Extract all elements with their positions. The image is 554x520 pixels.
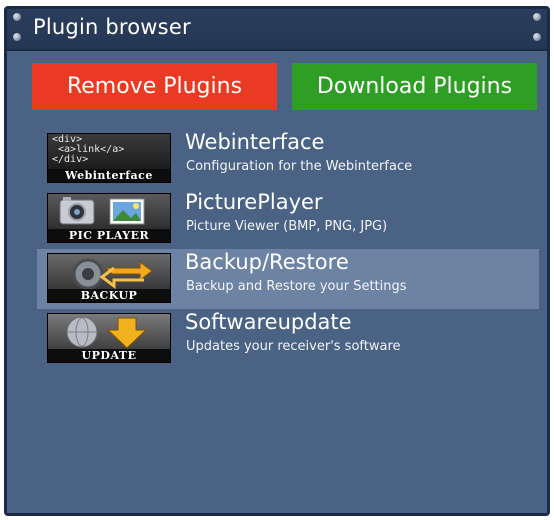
gear-arrows-icon — [72, 258, 153, 290]
picture-player-icon-caption: PIC PLAYER — [48, 229, 170, 242]
plugin-browser-window: Plugin browser Remove Plugins Download P… — [4, 6, 550, 516]
webinterface-icon-code: <div> <a>link</a> </div> — [52, 134, 125, 165]
remove-plugins-button[interactable]: Remove Plugins — [32, 63, 277, 110]
backup-icon-caption: BACKUP — [48, 289, 170, 302]
plugin-description: Backup and Restore your Settings — [186, 279, 407, 294]
plugin-description: Configuration for the Webinterface — [186, 159, 413, 174]
download-arrow-icon — [66, 316, 148, 349]
update-icon-caption: UPDATE — [48, 349, 170, 362]
plugin-description: Updates your receiver's software — [186, 339, 401, 354]
screw-icon — [13, 33, 21, 41]
title-bar: Plugin browser — [7, 9, 547, 51]
plugin-description: Picture Viewer (BMP, PNG, JPG) — [186, 219, 388, 234]
screw-icon — [13, 13, 21, 21]
screw-icon — [533, 13, 541, 21]
download-plugins-button[interactable]: Download Plugins — [292, 63, 537, 110]
update-icon: UPDATE — [47, 313, 171, 363]
plugin-item-webinterface[interactable]: <div> <a>link</a> </div> Webinterface We… — [37, 129, 539, 189]
plugin-name: PicturePlayer — [185, 190, 323, 214]
plugin-name: Softwareupdate — [185, 310, 352, 334]
webinterface-icon: <div> <a>link</a> </div> Webinterface — [47, 133, 171, 183]
window-title: Plugin browser — [33, 15, 191, 39]
webinterface-icon-caption: Webinterface — [48, 169, 170, 182]
picture-player-icon: PIC PLAYER — [47, 193, 171, 243]
plugin-item-softwareupdate[interactable]: UPDATE Softwareupdate Updates your recei… — [37, 309, 539, 369]
plugin-name: Backup/Restore — [185, 250, 349, 274]
camera-icon — [59, 197, 145, 225]
plugin-item-backup-restore[interactable]: BACKUP Backup/Restore Backup and Restore… — [37, 249, 539, 309]
plugin-name: Webinterface — [185, 130, 325, 154]
backup-icon: BACKUP — [47, 253, 171, 303]
screw-icon — [533, 33, 541, 41]
plugin-item-pictureplayer[interactable]: PIC PLAYER PicturePlayer Picture Viewer … — [37, 189, 539, 249]
